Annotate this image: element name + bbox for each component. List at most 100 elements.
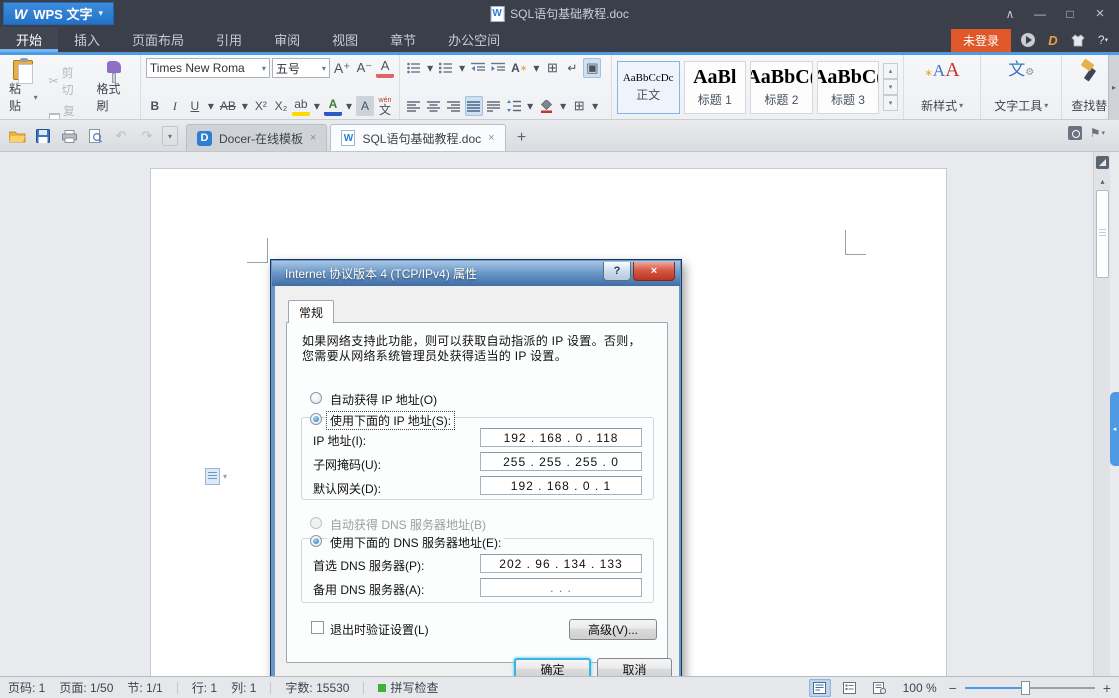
doc-tab-sql[interactable]: W SQL语句基础教程.doc × — [330, 124, 506, 151]
tab-insert[interactable]: 插入 — [58, 27, 116, 52]
tab-page-layout[interactable]: 页面布局 — [116, 27, 200, 52]
close-tab-icon[interactable]: × — [310, 132, 316, 144]
task-pane-handle[interactable]: ◂ — [1110, 392, 1119, 466]
ip-address-field[interactable]: 192 . 168 . 0 . 118 — [480, 428, 642, 447]
gateway-field[interactable]: 192 . 168 . 0 . 1 — [480, 476, 642, 495]
shrink-font-button[interactable]: A⁻ — [355, 58, 375, 78]
subscript-button[interactable]: X₂ — [272, 96, 290, 116]
tab-section[interactable]: 章节 — [374, 27, 432, 52]
style-heading3[interactable]: AaBbC( 标题 3 — [816, 60, 880, 114]
text-effects-caret[interactable]: ▾ — [531, 58, 541, 78]
docer-icon[interactable]: D — [1045, 32, 1061, 48]
align-right-button[interactable] — [445, 96, 463, 116]
radio-auto-ip-label[interactable]: 自动获得 IP 地址(O) — [327, 391, 441, 408]
scrollbar-thumb[interactable] — [1096, 190, 1109, 278]
style-normal[interactable]: AaBbCcDc 正文 — [616, 60, 680, 114]
vertical-scrollbar[interactable]: ▴ — [1093, 152, 1110, 676]
new-style-button[interactable]: ∗AA 新样式 ▾ — [917, 58, 967, 116]
paste-button[interactable]: 粘贴 ▾ — [5, 58, 42, 116]
radio-use-ip[interactable] — [310, 413, 322, 425]
align-center-button[interactable] — [425, 96, 443, 116]
highlight-caret[interactable]: ▾ — [312, 96, 322, 116]
numbered-list-caret[interactable]: ▾ — [457, 58, 467, 78]
radio-auto-dns[interactable] — [310, 517, 322, 529]
ribbon-expand-strip[interactable]: ▸ — [1108, 55, 1119, 120]
bullet-list-button[interactable] — [405, 58, 423, 78]
zoom-slider[interactable] — [964, 680, 1095, 695]
help-icon[interactable]: ? ▾ — [1095, 32, 1111, 48]
save-button[interactable] — [32, 125, 54, 147]
sync-flag-icon[interactable]: ⚑ ▾ — [1090, 126, 1105, 140]
superscript-button[interactable]: X² — [252, 96, 270, 116]
format-painter-button[interactable]: 格式刷 — [93, 58, 135, 116]
login-button[interactable]: 未登录 — [950, 28, 1011, 52]
bold-button[interactable]: B — [146, 96, 164, 116]
minimize-button[interactable]: — — [1025, 0, 1055, 27]
strikethrough-caret[interactable]: ▾ — [240, 96, 250, 116]
font-size-select[interactable]: 五号 ▾ — [271, 58, 330, 78]
status-word-count[interactable]: 字数: 15530 — [285, 679, 349, 696]
status-spell-check[interactable]: 拼写检查 — [378, 679, 438, 696]
find-replace-button[interactable]: 查找替 — [1067, 58, 1111, 116]
open-file-button[interactable] — [6, 125, 28, 147]
radio-auto-dns-label[interactable]: 自动获得 DNS 服务器地址(B) — [327, 516, 490, 533]
style-heading1[interactable]: AaBl 标题 1 — [683, 60, 747, 114]
status-section[interactable]: 节: 1/1 — [127, 679, 162, 696]
font-color-caret[interactable]: ▾ — [344, 96, 354, 116]
style-heading2[interactable]: AaBbC( 标题 2 — [750, 60, 813, 114]
numbered-list-button[interactable] — [437, 58, 455, 78]
zoom-out-button[interactable]: − — [949, 680, 957, 696]
subnet-mask-field[interactable]: 255 . 255 . 255 . 0 — [480, 452, 642, 471]
tab-general[interactable]: 常规 — [288, 300, 334, 323]
style-gallery-more[interactable]: ▾ — [883, 95, 898, 111]
collapse-ribbon-button[interactable]: ∧ — [995, 0, 1025, 27]
maximize-button[interactable]: □ — [1055, 0, 1085, 27]
underline-button[interactable]: U — [186, 96, 204, 116]
shading-button[interactable] — [537, 96, 556, 116]
bullet-list-caret[interactable]: ▾ — [425, 58, 435, 78]
zoom-slider-thumb[interactable] — [1020, 680, 1030, 695]
outline-view-button[interactable] — [839, 679, 861, 697]
shading-caret[interactable]: ▾ — [558, 96, 568, 116]
strikethrough-button[interactable]: AB — [218, 96, 238, 116]
advanced-button[interactable]: 高级(V)... — [569, 619, 657, 640]
doc-tab-docer[interactable]: D Docer-在线模板 × — [186, 124, 328, 151]
status-column[interactable]: 列: 1 — [231, 679, 256, 696]
tab-references[interactable]: 引用 — [200, 27, 258, 52]
tab-home[interactable]: 开始 — [0, 27, 59, 52]
reading-layout-icon[interactable] — [1096, 156, 1109, 169]
tab-office-space[interactable]: 办公空间 — [432, 27, 516, 52]
dialog-help-button[interactable]: ? — [603, 262, 631, 281]
undo-button[interactable]: ↶ — [110, 125, 132, 147]
status-page-count[interactable]: 页面: 1/50 — [59, 679, 113, 696]
radio-use-dns-label[interactable]: 使用下面的 DNS 服务器地址(E): — [327, 534, 505, 551]
borders-button[interactable]: ⊞ — [570, 96, 588, 116]
text-tool-button[interactable]: 文⚙ 文字工具 ▾ — [990, 58, 1052, 116]
validate-checkbox[interactable] — [311, 621, 324, 634]
italic-button[interactable]: I — [166, 96, 184, 116]
qat-customize-caret[interactable]: ▾ — [162, 126, 178, 146]
char-shading-button[interactable]: A — [355, 96, 374, 116]
decrease-indent-button[interactable] — [469, 58, 487, 78]
wps-cloud-icon[interactable] — [1020, 32, 1036, 48]
cancel-button[interactable]: 取消 — [597, 658, 672, 676]
history-icon[interactable] — [1067, 126, 1082, 140]
print-button[interactable] — [58, 125, 80, 147]
line-spacing-caret[interactable]: ▾ — [525, 96, 535, 116]
distribute-button[interactable] — [485, 96, 503, 116]
zoom-percent[interactable]: 100 % — [903, 681, 937, 695]
radio-use-ip-label[interactable]: 使用下面的 IP 地址(S): — [325, 411, 456, 430]
highlight-color-button[interactable]: ab — [291, 96, 310, 116]
style-scroll-down[interactable]: ▾ — [883, 79, 898, 95]
alternate-dns-field[interactable]: . . . — [480, 578, 642, 597]
grow-font-button[interactable]: A⁺ — [332, 58, 353, 78]
increase-indent-button[interactable] — [489, 58, 507, 78]
wps-app-menu-button[interactable]: W WPS 文字 ▾ — [3, 2, 114, 25]
redo-button[interactable]: ↷ — [136, 125, 158, 147]
borders-caret[interactable]: ▾ — [590, 96, 600, 116]
ok-button[interactable]: 确定 — [514, 658, 591, 676]
radio-use-dns[interactable] — [310, 535, 322, 547]
distributed-chars-button[interactable]: ⊞ — [543, 58, 561, 78]
ipv4-properties-dialog[interactable]: Internet 协议版本 4 (TCP/IPv4) 属性 ? × 常规 如果网… — [270, 259, 682, 676]
status-line[interactable]: 行: 1 — [192, 679, 217, 696]
